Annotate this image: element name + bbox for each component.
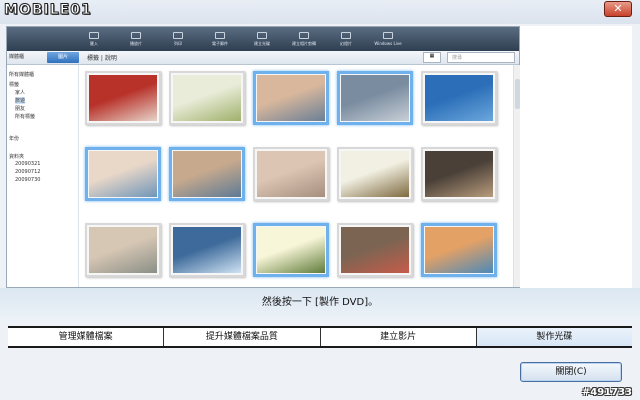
library-label: 媒體櫃 <box>9 54 25 60</box>
photo-image <box>341 151 409 197</box>
view-icon[interactable]: ▦ <box>423 52 441 63</box>
photo-thumbnail-daisy[interactable] <box>253 223 329 277</box>
toolbar-label: 播放片 <box>130 40 142 46</box>
photo-thumbnail-wedding-arch[interactable] <box>337 71 413 125</box>
toolbar-item[interactable]: 建立相片剪輯 <box>283 27 325 51</box>
photo-thumbnail-bride-groom[interactable] <box>85 147 161 201</box>
toolbar-icon <box>383 32 393 39</box>
toolbar-item[interactable]: 電子郵件 <box>199 27 241 51</box>
title-bar: MOBILE01 ✕ <box>0 0 640 24</box>
photo-image <box>173 75 241 121</box>
sidebar-item[interactable]: 所有標籤 <box>15 113 35 120</box>
tags-label: 標籤 | 說明 <box>87 55 117 62</box>
photo-gallery-screenshot: 匯入 播放片 列印 電子郵件 建立光碟 建立相片剪輯 幻燈片 Windows Live 媒體櫃… <box>6 26 520 288</box>
photo-thumbnail-feast[interactable] <box>421 223 497 277</box>
sidebar-item[interactable]: 旅遊 <box>15 97 26 104</box>
photo-image <box>89 227 157 273</box>
sidebar-item[interactable]: 資料夾 <box>9 153 24 160</box>
toolbar-icon <box>89 31 99 39</box>
gallery-sidebar: 所有媒體櫃標籤 家人 旅遊 朋友 所有標籤年份資料夾 20090321 20090712 20… <box>7 65 79 287</box>
photo-image <box>341 227 409 273</box>
tutorial-window: MOBILE01 ✕ 匯入 播放片 列印 電子郵件 建立光碟 建立相片剪輯 幻燈片 Windo… <box>0 0 640 400</box>
watermark: #491733 <box>581 387 632 398</box>
sidebar-item[interactable]: 20090321 <box>15 161 40 168</box>
gallery-navbar: 媒體櫃 圖片 標籤 | 說明 ▦ 搜尋 <box>7 51 519 65</box>
step-tabs: 管理媒體檔案 提升媒體檔案品質 建立影片 製作光碟 <box>8 326 632 348</box>
photo-thumbnail-sunset[interactable] <box>169 223 245 277</box>
toolbar-icon <box>173 31 183 39</box>
toolbar-label: Windows Live <box>374 41 402 46</box>
toolbar-icon <box>341 31 351 39</box>
step-tab[interactable]: 管理媒體檔案 <box>8 328 165 346</box>
sidebar-item[interactable]: 家人 <box>15 89 25 96</box>
photo-image <box>257 75 325 121</box>
toolbar-label: 幻燈片 <box>340 40 352 46</box>
photo-image <box>425 227 493 273</box>
photo-thumbnail-bouquet[interactable] <box>337 147 413 201</box>
photo-thumbnail-dinner[interactable] <box>337 223 413 277</box>
photo-image <box>89 151 157 197</box>
toolbar-item[interactable]: 幻燈片 <box>325 27 367 51</box>
toolbar-item[interactable]: 匯入 <box>73 27 115 51</box>
photo-image <box>341 75 409 121</box>
toolbar-item[interactable]: 播放片 <box>115 27 157 51</box>
photo-thumbnail-palm-tree[interactable] <box>421 71 497 125</box>
photo-thumbnail-strawberries[interactable] <box>85 71 161 125</box>
photo-image <box>257 227 325 273</box>
window-close-icon[interactable]: ✕ <box>604 1 632 17</box>
thumbnail-grid <box>85 71 501 281</box>
toolbar-item[interactable]: Windows Live <box>367 27 409 51</box>
toolbar-icon <box>131 31 141 39</box>
toolbar-icon <box>215 31 225 39</box>
sidebar-item[interactable]: 年份 <box>9 135 19 142</box>
toolbar-label: 電子郵件 <box>212 40 228 46</box>
blank-panel <box>520 26 632 288</box>
pictures-tab[interactable]: 圖片 <box>47 52 79 63</box>
toolbar-item[interactable]: 列印 <box>157 27 199 51</box>
photo-thumbnail-filmstrip[interactable] <box>421 147 497 201</box>
sidebar-item[interactable]: 標籤 <box>9 81 19 88</box>
close-button[interactable]: 關閉(C) <box>520 362 622 382</box>
sidebar-item[interactable]: 20090712 <box>15 169 40 176</box>
photo-thumbnail-bride-child[interactable] <box>253 147 329 201</box>
photo-image <box>425 75 493 121</box>
photo-image <box>173 227 241 273</box>
sidebar-item[interactable]: 所有媒體櫃 <box>9 71 34 78</box>
toolbar-label: 建立光碟 <box>254 40 270 46</box>
photo-thumbnail-couple-2[interactable] <box>169 147 245 201</box>
photo-thumbnail-flowers[interactable] <box>169 71 245 125</box>
toolbar-label: 建立相片剪輯 <box>292 40 316 46</box>
toolbar-icon <box>299 31 309 39</box>
toolbar-label: 列印 <box>174 40 182 46</box>
step-tab[interactable]: 提升媒體檔案品質 <box>164 328 321 346</box>
toolbar-item[interactable]: 建立光碟 <box>241 27 283 51</box>
photo-thumbnail-couple-1[interactable] <box>253 71 329 125</box>
sidebar-item[interactable]: 20090730 <box>15 177 40 184</box>
scrollbar[interactable] <box>513 65 520 287</box>
photo-image <box>89 75 157 121</box>
photo-image <box>173 151 241 197</box>
photo-image <box>257 151 325 197</box>
photo-image <box>425 151 493 197</box>
step-tab[interactable]: 建立影片 <box>321 328 477 346</box>
toolbar-label: 匯入 <box>90 40 98 46</box>
step-tab[interactable]: 製作光碟 <box>476 328 632 346</box>
photo-thumbnail-bridesmaids[interactable] <box>85 223 161 277</box>
mobile01-logo: MOBILE01 <box>4 2 92 19</box>
toolbar-icon <box>257 31 267 39</box>
instruction-caption: 然後按一下 [製作 DVD]。 <box>0 288 640 324</box>
search-input[interactable]: 搜尋 <box>447 52 515 63</box>
sidebar-item[interactable]: 朋友 <box>15 105 25 112</box>
gallery-toolbar: 匯入 播放片 列印 電子郵件 建立光碟 建立相片剪輯 幻燈片 Windows Live <box>7 27 519 51</box>
